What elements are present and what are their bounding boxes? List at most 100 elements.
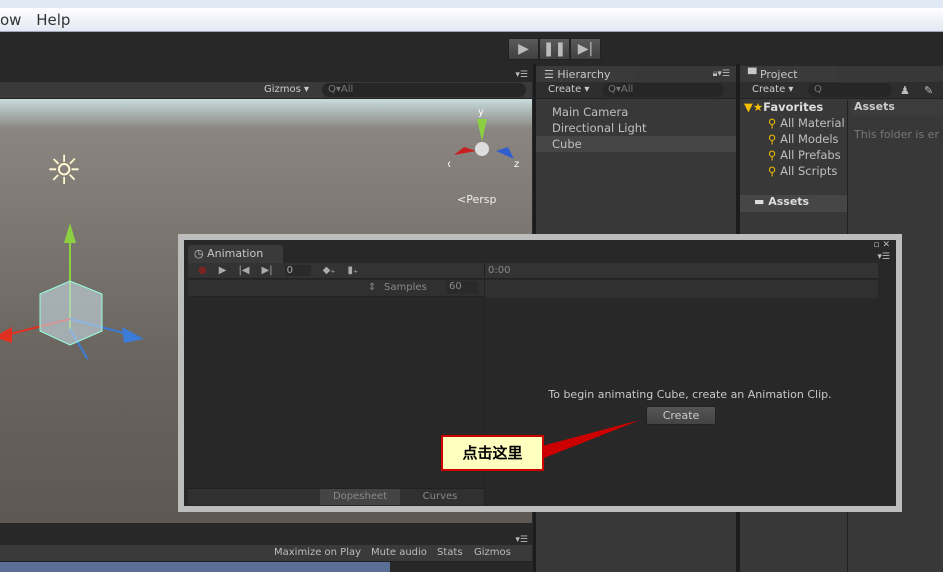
clip-dropdown-icon[interactable]: ⇕ <box>368 282 376 293</box>
favorite-label: All Models <box>780 132 839 146</box>
play-controls: ▶ ❚❚ ▶| <box>508 38 601 60</box>
axis-label-y: y <box>478 107 484 118</box>
game-gizmos-dropdown[interactable]: Gizmos <box>474 547 511 558</box>
hierarchy-item-main-camera[interactable]: Main Camera <box>536 104 736 120</box>
toolbar <box>0 33 943 65</box>
project-toolbar: Create ▾ Q ♟ ✎ <box>740 82 943 99</box>
search-icon: ⚲ <box>768 132 781 146</box>
favorite-item[interactable]: ⚲ All Models <box>740 132 847 148</box>
hierarchy-toolbar: Create ▾ Q▾All <box>536 82 736 99</box>
window-titlebar <box>0 0 943 8</box>
play-icon[interactable]: ▶ <box>219 265 227 276</box>
game-menu-icon[interactable]: ▾☰ <box>0 523 532 545</box>
mute-audio-toggle[interactable]: Mute audio <box>371 547 427 558</box>
pause-icon[interactable]: ❚❚ <box>539 38 570 60</box>
samples-label: Samples <box>384 282 427 293</box>
hierarchy-item-cube[interactable]: Cube <box>536 136 736 152</box>
favorites-header[interactable]: ▼★Favorites <box>740 100 847 116</box>
hierarchy-search-input[interactable]: Q▾All <box>602 83 724 97</box>
y-arrow <box>64 223 76 243</box>
menu-help[interactable]: Help <box>36 11 70 29</box>
search-placeholder: All <box>340 84 354 95</box>
project-search-input[interactable]: Q <box>808 83 892 97</box>
create-clip-button[interactable]: Create <box>646 406 716 425</box>
add-keyframe-icon[interactable]: ◆₊ <box>323 265 336 276</box>
project-title: Project <box>759 68 798 81</box>
clock-icon: ◷ <box>194 247 208 260</box>
curve-header <box>484 280 878 298</box>
assets-header: Assets <box>850 100 943 116</box>
favorites-label: Favorites <box>763 100 824 114</box>
maximize-on-play-toggle[interactable]: Maximize on Play <box>274 547 361 558</box>
favorite-label: All Material <box>780 116 845 130</box>
frame-input[interactable]: 0 <box>284 265 311 276</box>
samples-input[interactable]: 60 <box>446 281 478 294</box>
cube <box>39 280 103 346</box>
empty-folder-text: This folder is er <box>854 128 939 141</box>
assets-label: Assets <box>768 195 810 208</box>
scene-toolbar: Gizmos ▾ Q▾All <box>0 82 532 99</box>
folder-icon: ▀ <box>748 68 760 81</box>
empty-state-message: To begin animating Cube, create an Anima… <box>548 388 832 401</box>
record-icon[interactable]: ● <box>198 265 207 276</box>
lock-icon[interactable]: 🔒︎▾☰ <box>713 69 730 79</box>
hierarchy-list: Main Camera Directional Light Cube <box>536 104 736 152</box>
filter-type-icon[interactable]: ♟ <box>900 84 910 97</box>
favorite-item[interactable]: ⚲ All Prefabs <box>740 148 847 164</box>
game-view <box>0 562 390 572</box>
x-arrow <box>0 327 12 343</box>
transform-gizmo[interactable] <box>0 219 150 359</box>
callout-annotation: 点击这里 <box>441 435 544 471</box>
gizmos-label: Gizmos <box>264 84 301 95</box>
stats-toggle[interactable]: Stats <box>437 547 463 558</box>
hierarchy-title: Hierarchy <box>557 68 611 81</box>
play-icon[interactable]: ▶ <box>508 38 539 60</box>
favorite-item[interactable]: ⚲ All Scripts <box>740 164 847 180</box>
animation-toolbar: ● ▶ |◀ ▶| 0 ◆₊ ▮₊ <box>188 263 484 279</box>
tab-curves[interactable]: Curves <box>400 489 480 505</box>
favorite-label: All Prefabs <box>780 148 841 162</box>
favorite-item[interactable]: ⚲ All Material <box>740 116 847 132</box>
animation-menu-icon[interactable]: ▾☰ <box>877 252 890 262</box>
folder-icon: ▬ <box>754 195 769 208</box>
hierarchy-item-directional-light[interactable]: Directional Light <box>536 120 736 136</box>
step-icon[interactable]: ▶| <box>570 38 601 60</box>
orientation-gizmo[interactable]: y x z <box>448 105 523 175</box>
axis-label-z: z <box>514 159 519 170</box>
search-icon: ⚲ <box>768 116 781 130</box>
view-mode-bar: Dopesheet Curves <box>188 488 484 505</box>
game-toolbar: Maximize on Play Mute audio Stats Gizmos <box>0 545 532 562</box>
animation-title: Animation <box>207 247 264 260</box>
hierarchy-icon: ☰ <box>544 68 558 81</box>
close-icon[interactable]: ▫ ✕ <box>873 240 890 250</box>
create-label: Create <box>752 84 786 95</box>
scene-menu-icon[interactable]: ▾☰ <box>0 70 532 82</box>
prev-key-icon[interactable]: |◀ <box>238 265 249 276</box>
label-tag-icon[interactable]: ✎ <box>924 84 933 97</box>
next-key-icon[interactable]: ▶| <box>262 265 273 276</box>
menu-bar: ow Help <box>0 8 943 32</box>
timeline-ruler[interactable]: 0:00 <box>484 263 878 279</box>
menu-window[interactable]: ow <box>0 11 21 29</box>
scene-search-input[interactable]: Q▾All <box>322 83 526 97</box>
axis-label-x: x <box>448 159 451 170</box>
favorite-label: All Scripts <box>780 164 838 178</box>
project-create-dropdown[interactable]: Create ▾ <box>752 84 793 95</box>
persp-label[interactable]: <Persp <box>457 193 496 206</box>
persp-text: Persp <box>466 193 497 206</box>
search-icon: ⚲ <box>768 164 781 178</box>
star-icon: ▼★ <box>744 100 764 114</box>
search-icon: ⚲ <box>768 148 781 162</box>
create-label: Create <box>548 84 582 95</box>
samples-bar: ⇕ Samples 60 <box>188 280 484 297</box>
search-placeholder: All <box>620 84 634 95</box>
callout-arrow <box>542 420 640 458</box>
tab-dopesheet[interactable]: Dopesheet <box>320 489 400 505</box>
sun-light-icon: ☼ <box>46 148 82 194</box>
hierarchy-create-dropdown[interactable]: Create ▾ <box>548 84 589 95</box>
tab-animation[interactable]: ◷ Animation <box>188 245 283 263</box>
z-arrow <box>122 327 144 343</box>
add-event-icon[interactable]: ▮₊ <box>348 265 359 276</box>
assets-folder[interactable]: ▬ Assets <box>740 195 847 212</box>
gizmos-dropdown[interactable]: Gizmos ▾ <box>264 84 309 95</box>
